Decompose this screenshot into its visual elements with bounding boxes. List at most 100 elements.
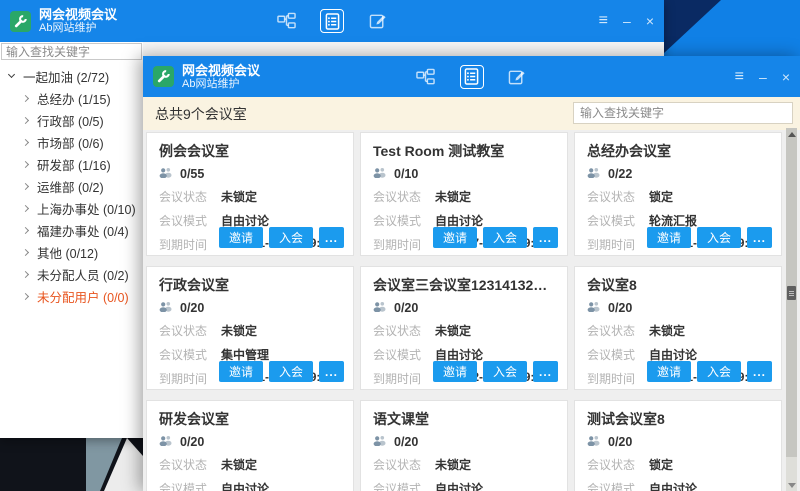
- join-button[interactable]: 入会: [483, 227, 527, 248]
- more-button[interactable]: ...: [319, 227, 344, 248]
- scroll-down-icon[interactable]: [786, 479, 797, 491]
- invite-button[interactable]: 邀请: [433, 227, 477, 248]
- status-label: 会议状态: [373, 456, 423, 473]
- people-icon: [587, 165, 601, 183]
- tree-node[interactable]: 研发部 (1/16): [0, 153, 143, 175]
- status-value: 锁定: [649, 456, 673, 473]
- status-value: 未锁定: [435, 456, 471, 473]
- chevron-icon: [22, 160, 29, 167]
- room-capacity: 0/20: [394, 435, 418, 449]
- join-button[interactable]: 入会: [483, 361, 527, 382]
- join-button[interactable]: 入会: [269, 227, 313, 248]
- wrench-icon: [10, 11, 31, 32]
- minimize-icon[interactable]: –: [759, 70, 767, 84]
- invite-button[interactable]: 邀请: [433, 361, 477, 382]
- more-button[interactable]: ...: [533, 227, 558, 248]
- status-value: 未锁定: [221, 188, 257, 205]
- expire-label: 到期时间: [159, 236, 209, 253]
- mode-value: 自由讨论: [649, 480, 697, 491]
- minimize-icon[interactable]: –: [623, 14, 631, 28]
- expire-label: 到期时间: [373, 370, 423, 387]
- tree-node[interactable]: 一起加油 (2/72): [0, 65, 143, 87]
- tree-node[interactable]: 运维部 (0/2): [0, 175, 143, 197]
- chevron-icon: [22, 138, 29, 145]
- more-button[interactable]: ...: [319, 361, 344, 382]
- tree-node[interactable]: 福建办事处 (0/4): [0, 219, 143, 241]
- status-label: 会议状态: [159, 322, 209, 339]
- room-capacity: 0/10: [394, 167, 418, 181]
- edit-icon[interactable]: [366, 9, 390, 33]
- mode-label: 会议模式: [373, 346, 423, 363]
- app-identity: 网会视频会议 Ab网站维护: [10, 7, 117, 35]
- foreground-window-controls: ≡ – ×: [735, 70, 790, 84]
- tree-node[interactable]: 未分配人员 (0/2): [0, 263, 143, 285]
- org-chart-icon[interactable]: [274, 9, 298, 33]
- tree-node-label: 市场部 (0/6): [37, 133, 104, 152]
- app-subtitle: Ab网站维护: [39, 22, 117, 35]
- status-label: 会议状态: [159, 188, 209, 205]
- room-count-summary: 总共9个会议室: [155, 104, 247, 124]
- org-chart-icon[interactable]: [414, 65, 438, 89]
- mode-label: 会议模式: [159, 480, 209, 491]
- desktop: 网会视频会议 Ab网站维护: [0, 0, 800, 491]
- invite-button[interactable]: 邀请: [647, 227, 691, 248]
- more-button[interactable]: ...: [747, 361, 772, 382]
- foreground-toolbar: [414, 65, 530, 89]
- status-value: 锁定: [649, 188, 673, 205]
- menu-icon[interactable]: ≡: [735, 70, 744, 84]
- status-value: 未锁定: [435, 188, 471, 205]
- mode-label: 会议模式: [587, 212, 637, 229]
- tree-node[interactable]: 其他 (0/12): [0, 241, 143, 263]
- meeting-room-card: 语文课堂 0/20 会议状态 未锁定 会议模式 自由讨论 到期时间 2022-0…: [360, 400, 568, 491]
- menu-icon[interactable]: ≡: [599, 14, 608, 28]
- join-button[interactable]: 入会: [269, 361, 313, 382]
- scroll-up-icon[interactable]: [786, 128, 797, 140]
- tree-node-label: 研发部 (1/16): [37, 155, 111, 174]
- status-label: 会议状态: [373, 322, 423, 339]
- invite-button[interactable]: 邀请: [219, 227, 263, 248]
- people-icon: [159, 165, 173, 183]
- invite-button[interactable]: 邀请: [219, 361, 263, 382]
- room-name: 会议室8: [587, 275, 769, 295]
- people-icon: [373, 299, 387, 317]
- status-value: 未锁定: [649, 322, 685, 339]
- tree-node[interactable]: 市场部 (0/6): [0, 131, 143, 153]
- status-label: 会议状态: [587, 456, 637, 473]
- room-name: 总经办会议室: [587, 141, 769, 161]
- join-button[interactable]: 入会: [697, 361, 741, 382]
- tree-node[interactable]: 行政部 (0/5): [0, 109, 143, 131]
- room-capacity: 0/20: [394, 301, 418, 315]
- chevron-icon: [22, 270, 29, 277]
- expire-label: 到期时间: [373, 236, 423, 253]
- meeting-room-card: 行政会议室 0/20 会议状态 未锁定 会议模式 集中管理 到期时间 2023-…: [146, 266, 354, 390]
- room-capacity: 0/20: [608, 435, 632, 449]
- room-name: 语文课堂: [373, 409, 555, 429]
- join-button[interactable]: 入会: [697, 227, 741, 248]
- invite-button[interactable]: 邀请: [647, 361, 691, 382]
- scrollbar-thumb[interactable]: [787, 286, 796, 300]
- tree-node-label: 未分配人员 (0/2): [37, 265, 129, 284]
- tree-node[interactable]: 未分配用户 (0/0): [0, 285, 143, 307]
- mode-label: 会议模式: [373, 212, 423, 229]
- room-capacity: 0/22: [608, 167, 632, 181]
- meeting-room-card: 会议室8 0/20 会议状态 未锁定 会议模式 自由讨论 到期时间 2022-0…: [574, 266, 782, 390]
- room-search-input[interactable]: [573, 102, 793, 124]
- tree-search-input[interactable]: [1, 43, 142, 60]
- vertical-scrollbar[interactable]: [786, 128, 797, 491]
- more-button[interactable]: ...: [533, 361, 558, 382]
- room-name: 测试会议室8: [587, 409, 769, 429]
- meeting-list-icon[interactable]: [460, 65, 484, 89]
- meeting-list-icon[interactable]: [320, 9, 344, 33]
- org-tree: 一起加油 (2/72) 总经办 (1/15) 行政部 (0/5) 市场部 (0/…: [0, 65, 143, 307]
- status-value: 未锁定: [435, 322, 471, 339]
- edit-icon[interactable]: [506, 65, 530, 89]
- status-label: 会议状态: [587, 188, 637, 205]
- close-icon[interactable]: ×: [646, 14, 654, 28]
- tree-node[interactable]: 上海办事处 (0/10): [0, 197, 143, 219]
- chevron-icon: [22, 94, 29, 101]
- more-button[interactable]: ...: [747, 227, 772, 248]
- tree-node[interactable]: 总经办 (1/15): [0, 87, 143, 109]
- mode-label: 会议模式: [159, 346, 209, 363]
- room-list-area: 例会会议室 0/55 会议状态 未锁定 会议模式 自由讨论 到期时间 2028-…: [143, 130, 800, 491]
- close-icon[interactable]: ×: [782, 70, 790, 84]
